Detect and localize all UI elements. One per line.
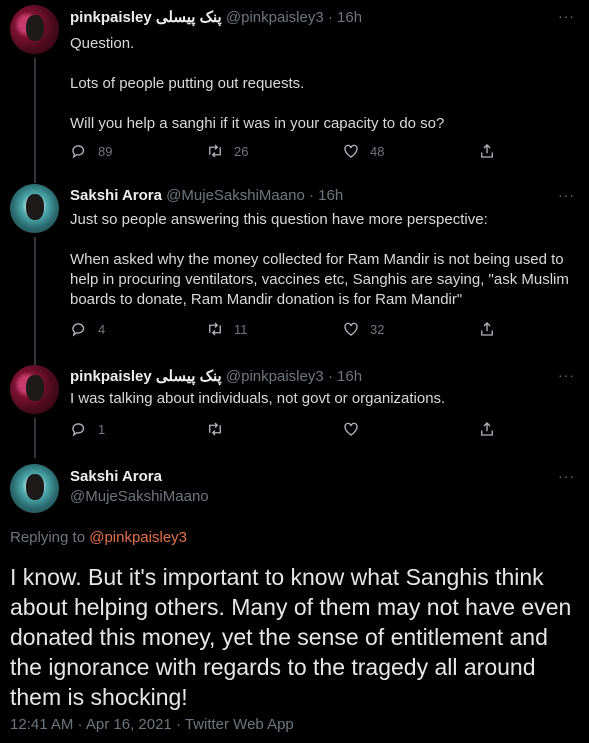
tweet-1[interactable]: pinkpaisley پنک پیسلی @pinkpaisley3 · 16… xyxy=(0,0,589,183)
avatar-figure xyxy=(26,15,44,41)
reply-count: 1 xyxy=(98,421,106,437)
tweet-line: Question. xyxy=(70,35,135,52)
like-button[interactable] xyxy=(342,420,370,438)
tweet-2[interactable]: Sakshi Arora @MujeSakshiMaano · 16h ··· … xyxy=(0,177,589,365)
replying-prefix: Replying to xyxy=(10,529,86,546)
handle[interactable]: @pinkpaisley3 xyxy=(226,368,324,385)
retweet-icon xyxy=(209,144,221,158)
more-icon[interactable]: ··· xyxy=(558,8,575,24)
retweet-icon xyxy=(209,422,221,436)
tweet-actions: 89 26 48 xyxy=(70,142,510,164)
avatar[interactable] xyxy=(10,464,59,513)
like-count: 32 xyxy=(370,321,385,337)
display-name[interactable]: Sakshi Arora xyxy=(70,468,162,485)
tweet-3[interactable]: pinkpaisley پنک پیسلی @pinkpaisley3 · 16… xyxy=(0,360,589,458)
tweet-header: pinkpaisley پنک پیسلی @pinkpaisley3 · 16… xyxy=(70,8,362,26)
tweet-line: I know. But it's important to know what … xyxy=(10,564,544,590)
separator: · xyxy=(327,9,333,26)
reply-count: 4 xyxy=(98,321,106,337)
like-icon xyxy=(344,144,358,158)
retweet-button[interactable]: 26 xyxy=(206,142,248,160)
retweet-button[interactable]: 11 xyxy=(206,320,248,338)
display-name-extra[interactable]: پنک پیسلی xyxy=(156,368,222,385)
reply-button[interactable]: 4 xyxy=(70,320,105,338)
share-icon xyxy=(481,144,493,158)
share-button[interactable] xyxy=(478,320,506,338)
tweet-line: the ignorance with regards to the traged… xyxy=(10,654,536,680)
tweet-line: Lots of people putting out requests. xyxy=(70,75,305,92)
timestamp[interactable]: 16h xyxy=(318,187,343,204)
share-button[interactable] xyxy=(478,420,506,438)
tweet-line: about helping others. Many of them may n… xyxy=(10,594,572,620)
replying-to: Replying to @pinkpaisley3 xyxy=(10,529,187,546)
separator: · xyxy=(327,368,333,385)
tweet-text: I was talking about individuals, not gov… xyxy=(70,389,575,409)
share-icon xyxy=(481,322,493,336)
avatar-figure xyxy=(26,194,44,220)
retweet-button[interactable] xyxy=(206,420,234,438)
like-icon xyxy=(344,322,358,336)
tweet-line: When asked why the money collected for R… xyxy=(70,251,564,268)
retweet-count: 11 xyxy=(234,321,248,337)
display-name[interactable]: Sakshi Arora xyxy=(70,187,162,204)
reply-icon xyxy=(72,145,85,159)
avatar[interactable] xyxy=(10,365,59,414)
avatar[interactable] xyxy=(10,5,59,54)
handle[interactable]: @MujeSakshiMaano xyxy=(166,187,305,204)
tweet-timestamp[interactable]: 12:41 AM · Apr 16, 2021 · Twitter Web Ap… xyxy=(10,716,294,733)
display-name[interactable]: pinkpaisley xyxy=(70,368,152,385)
tweet-actions: 1 xyxy=(70,420,510,442)
share-button[interactable] xyxy=(478,142,506,160)
separator: · xyxy=(308,187,314,204)
handle[interactable]: @MujeSakshiMaano xyxy=(70,488,209,505)
tweet-text: Question. Lots of people putting out req… xyxy=(70,34,575,134)
mention-link[interactable]: @pinkpaisley3 xyxy=(89,529,187,546)
more-icon[interactable]: ··· xyxy=(558,468,575,484)
reply-count: 89 xyxy=(98,143,113,159)
more-icon[interactable]: ··· xyxy=(558,367,575,383)
main-tweet: Sakshi Arora @MujeSakshiMaano ··· Replyi… xyxy=(0,458,589,743)
tweet-line: Will you help a sanghi if it was in your… xyxy=(70,115,445,132)
tweet-actions: 4 11 32 xyxy=(70,320,510,342)
tweet-text: Just so people answering this question h… xyxy=(70,210,575,310)
thread-line xyxy=(34,418,36,458)
tweet-line: them is shocking! xyxy=(10,684,188,710)
handle[interactable]: @pinkpaisley3 xyxy=(226,9,324,26)
author-handle: @MujeSakshiMaano xyxy=(70,488,209,505)
share-icon xyxy=(481,422,493,436)
display-name-extra[interactable]: پنک پیسلی xyxy=(156,9,222,26)
reply-icon xyxy=(72,423,85,437)
tweet-line: Just so people answering this question h… xyxy=(70,211,488,228)
tweet-line: I was talking about individuals, not gov… xyxy=(70,390,446,407)
tweet-line: donated this money, yet the sense of ent… xyxy=(10,624,548,650)
like-icon xyxy=(344,422,358,436)
timestamp[interactable]: 16h xyxy=(337,9,362,26)
reply-icon xyxy=(72,323,85,337)
retweet-icon xyxy=(209,322,221,336)
thread-line xyxy=(34,237,36,365)
avatar-figure xyxy=(26,375,44,401)
avatar[interactable] xyxy=(10,184,59,233)
avatar-figure xyxy=(26,474,44,500)
tweet-line: boards to donate, Ram Mandir donation is… xyxy=(70,291,463,308)
retweet-count: 26 xyxy=(234,143,249,159)
tweet-header: pinkpaisley پنک پیسلی @pinkpaisley3 · 16… xyxy=(70,367,362,385)
tweet-text: I know. But it's important to know what … xyxy=(10,562,575,712)
timestamp[interactable]: 16h xyxy=(337,368,362,385)
tweet-header: Sakshi Arora @MujeSakshiMaano · 16h xyxy=(70,187,343,204)
author-name: Sakshi Arora xyxy=(70,468,162,485)
like-count: 48 xyxy=(370,143,385,159)
like-button[interactable]: 48 xyxy=(342,142,384,160)
tweet-line: help in procuring ventilators, vaccines … xyxy=(70,271,569,288)
reply-button[interactable]: 1 xyxy=(70,420,105,438)
reply-button[interactable]: 89 xyxy=(70,142,112,160)
display-name[interactable]: pinkpaisley xyxy=(70,9,152,26)
like-button[interactable]: 32 xyxy=(342,320,384,338)
thread-line xyxy=(34,58,36,183)
more-icon[interactable]: ··· xyxy=(558,187,575,203)
